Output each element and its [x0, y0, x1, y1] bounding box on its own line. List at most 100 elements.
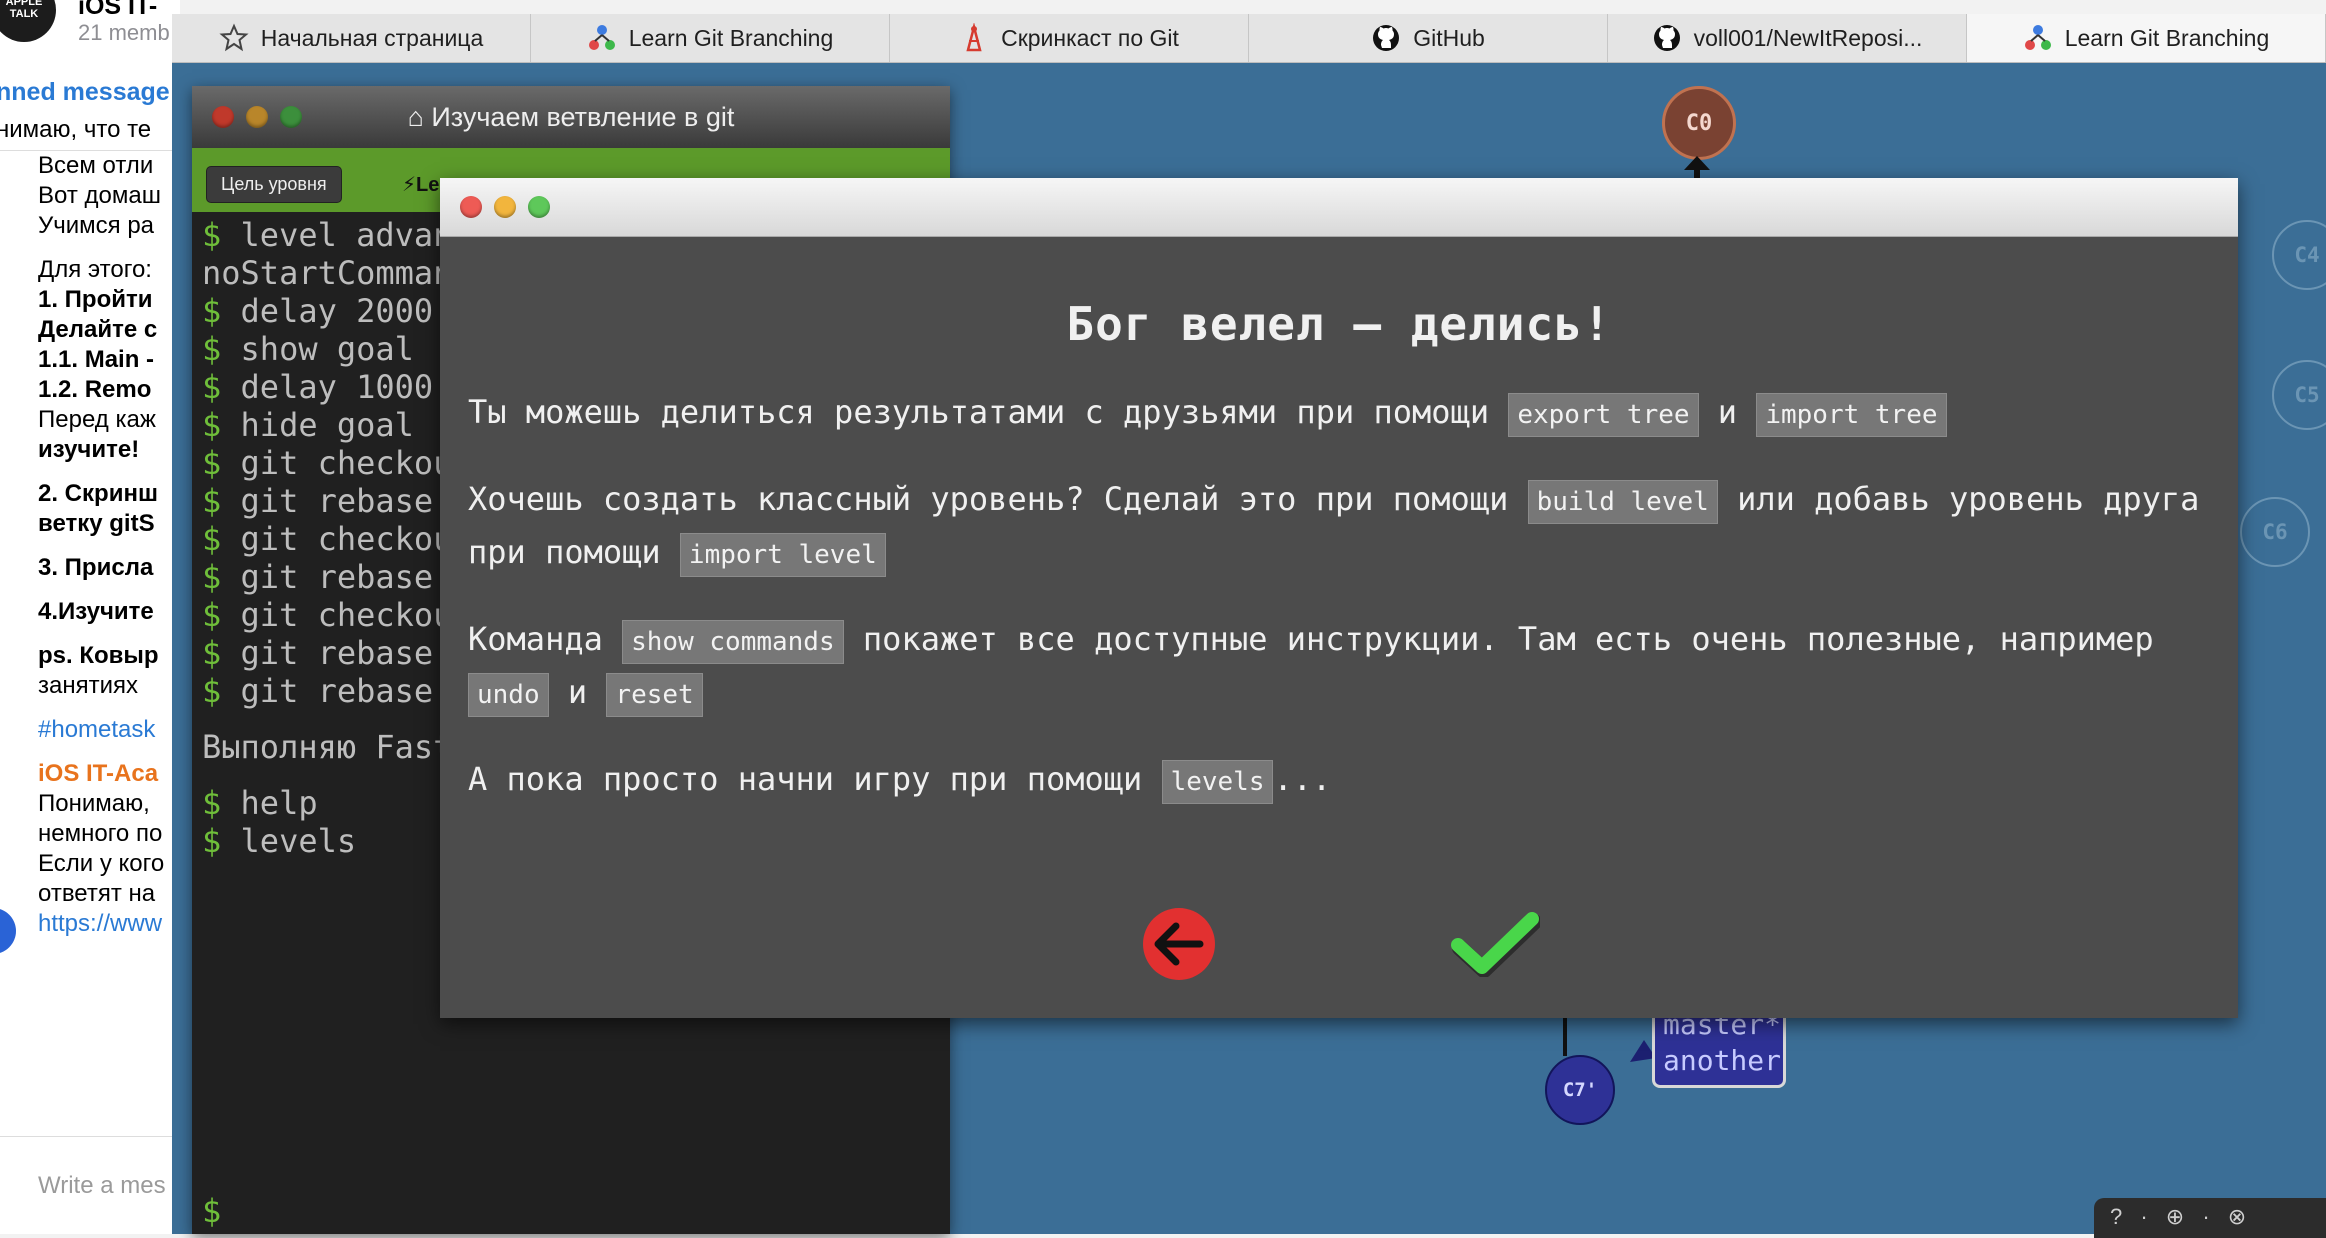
browser-tab[interactable]: Скринкаст по Git	[890, 14, 1249, 62]
zoom-button[interactable]	[528, 196, 550, 218]
terminal-command: level advan	[240, 216, 453, 254]
terminal-command: hide goal	[240, 406, 414, 444]
text: и	[548, 673, 607, 711]
prompt-symbol: $	[202, 368, 241, 406]
prompt-symbol: $	[202, 784, 241, 822]
minimize-button[interactable]	[494, 196, 516, 218]
browser-tab-label: GitHub	[1413, 24, 1485, 51]
terminal-command: git checkou	[240, 596, 453, 634]
prompt-symbol: $	[202, 822, 241, 860]
prompt-symbol: $	[202, 520, 241, 558]
confirm-button[interactable]	[1450, 908, 1540, 980]
author-avatar[interactable]	[0, 908, 16, 954]
prompt-symbol: $	[202, 596, 241, 634]
text: ...	[1273, 760, 1332, 798]
terminal-title: ⌂ Изучаем ветвление в git	[192, 102, 950, 133]
terminal-command: noStartComman	[202, 254, 453, 292]
chat-message-line: занятиях	[38, 672, 138, 699]
browser-tab[interactable]: Learn Git Branching	[1967, 14, 2326, 62]
chat-message-line: 3. Присла	[38, 554, 154, 581]
command-reset: reset	[606, 673, 703, 717]
chat-message-line[interactable]: #hometask	[38, 716, 155, 744]
chat-title[interactable]: iOS IT-	[78, 0, 157, 21]
text: Ты можешь делиться результатами с друзья…	[468, 393, 1509, 431]
chat-message-line: ответят на	[38, 880, 156, 907]
terminal-command: help	[240, 784, 318, 822]
chat-members-count: 21 memb	[78, 20, 170, 45]
text: Команда	[468, 620, 623, 658]
prompt-symbol: $	[202, 634, 241, 672]
command-import-level: import level	[679, 533, 886, 577]
paragraph-commands: Команда show commands покажет все доступ…	[468, 614, 2210, 720]
terminal-titlebar: ⌂ Изучаем ветвление в git	[192, 86, 950, 148]
terminal-command: git checkou	[240, 520, 453, 558]
browser-tab-bar: Начальная страница Learn Git Branching Скр…	[172, 14, 2326, 63]
checkmark-icon	[1451, 912, 1540, 977]
terminal-prompt[interactable]: $	[202, 1192, 221, 1230]
prompt-symbol: $	[202, 444, 241, 482]
terminal-command: delay 1000	[240, 368, 434, 406]
chat-message-line: 1.2. Remo	[38, 376, 152, 403]
chat-message-line: Учимся ра	[38, 212, 155, 239]
text: А пока просто начни игру при помощи	[468, 760, 1162, 798]
chat-message-line: Если у кого	[38, 850, 165, 877]
level-goal-button[interactable]: Цель уровня	[206, 166, 342, 203]
command-show-commands: show commands	[622, 620, 844, 664]
browser-tab-label: voll001/NewItReposi...	[1693, 24, 1923, 51]
command-import-tree: import tree	[1756, 393, 1947, 437]
git-branching-icon	[2023, 23, 2053, 53]
dialog-actions	[440, 908, 2238, 988]
command-export-tree: export tree	[1508, 393, 1699, 437]
commit-node-ghost: C6	[2240, 497, 2310, 567]
browser-tab-label: Learn Git Branching	[628, 24, 834, 51]
github-icon	[1371, 23, 1401, 53]
chat-message-line: Перед каж	[38, 406, 156, 433]
close-button[interactable]	[460, 196, 482, 218]
branch-label-another[interactable]: another	[1663, 1043, 1781, 1079]
chat-message-line: Всем отли	[38, 152, 154, 179]
pinned-message-text[interactable]: нимаю, что те	[0, 116, 151, 144]
terminal-title-text: Изучаем ветвление в git	[431, 101, 735, 132]
chat-message-line: ветку gitS	[38, 510, 155, 537]
prompt-symbol: $	[202, 558, 241, 596]
browser-tab[interactable]: Начальная страница	[172, 14, 531, 62]
pinned-message-title[interactable]: nned message	[0, 78, 170, 107]
text: покажет все доступные инструкции. Там ес…	[843, 620, 2154, 658]
terminal-command: delay 2000	[240, 292, 434, 330]
chat-panel: APPLE TALK iOS IT- 21 memb nned message …	[0, 0, 180, 1234]
commit-node-c7[interactable]: C7'	[1545, 1055, 1615, 1125]
level-label-text: Le	[416, 174, 440, 196]
browser-tab[interactable]: Learn Git Branching	[531, 14, 890, 62]
chat-message-line: 2. Скринш	[38, 480, 158, 507]
level-label[interactable]: ⚡Le	[402, 172, 439, 197]
message-input[interactable]: Write a mes	[38, 1172, 166, 1200]
terminal-command: git rebase	[240, 558, 434, 596]
chat-message-line[interactable]: https://www	[38, 910, 162, 938]
chat-message-line: Делайте с	[38, 316, 158, 343]
prompt-symbol: $	[202, 330, 241, 368]
browser-tab-label: Начальная страница	[260, 24, 484, 51]
help-toolbar[interactable]: ? · ⊕ · ⊗	[2094, 1198, 2326, 1238]
back-button[interactable]	[1143, 908, 1215, 980]
terminal-command: levels	[240, 822, 357, 860]
lightning-icon: ⚡	[402, 174, 417, 196]
home-icon: ⌂	[407, 101, 432, 132]
terminal-command: git rebase	[240, 482, 434, 520]
chat-message-line: Понимаю,	[38, 790, 150, 817]
paragraph-share: Ты можешь делиться результатами с друзья…	[468, 387, 2210, 440]
text: Хочешь создать классный уровень? Сделай …	[468, 480, 1528, 518]
star-icon	[219, 23, 249, 53]
browser-tab-label: Learn Git Branching	[2064, 24, 2270, 51]
paragraph-build: Хочешь создать классный уровень? Сделай …	[468, 474, 2210, 580]
chat-message-line: ps. Ковыр	[38, 642, 159, 669]
command-build-level: build level	[1527, 480, 1718, 524]
dialog-body: Бог велел — делись! Ты можешь делиться р…	[440, 297, 2238, 807]
terminal-command: git rebase	[240, 634, 434, 672]
chat-avatar[interactable]: APPLE TALK	[0, 0, 56, 42]
chat-message-line: 1. Пройти	[38, 286, 153, 313]
browser-tab[interactable]: voll001/NewItReposi...	[1608, 14, 1967, 62]
browser-tab[interactable]: GitHub	[1249, 14, 1608, 62]
arrow-left-icon	[1154, 922, 1204, 966]
command-undo: undo	[468, 673, 549, 717]
dialog-heading: Бог велел — делись!	[1066, 297, 1612, 351]
